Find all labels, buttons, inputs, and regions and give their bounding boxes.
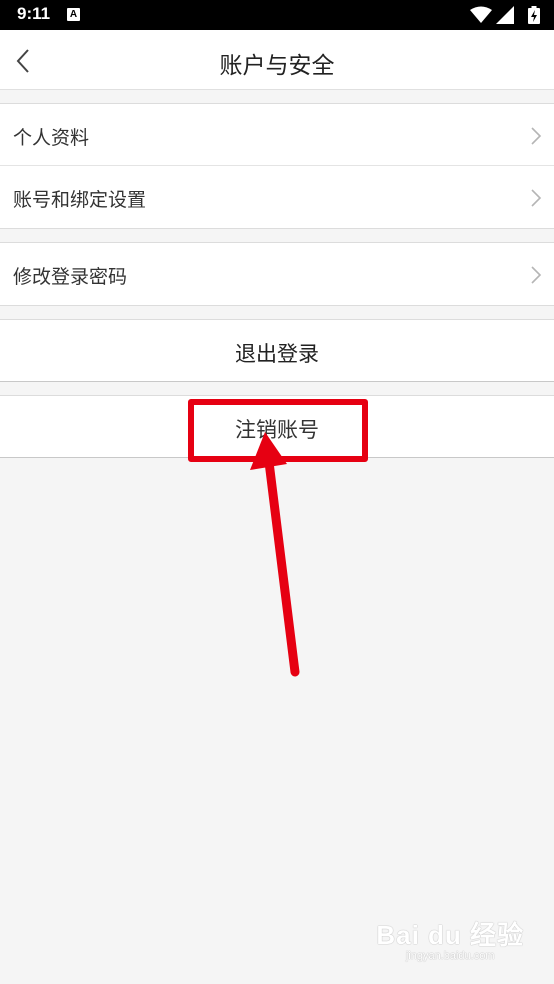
highlight-box	[188, 399, 368, 462]
settings-group-profile: 个人资料 账号和绑定设置	[0, 103, 554, 229]
list-item-label: 账号和绑定设置	[13, 189, 147, 211]
notification-a-icon: A	[67, 8, 80, 21]
logout-button[interactable]: 退出登录	[0, 319, 554, 382]
list-item-label: 修改登录密码	[13, 266, 128, 288]
cellular-signal-icon	[496, 6, 514, 24]
watermark-logo: Bai du 经验	[376, 920, 524, 950]
list-item-label: 个人资料	[13, 127, 90, 149]
status-bar: 9:11 A	[0, 0, 554, 30]
list-item-change-password[interactable]: 修改登录密码	[0, 243, 554, 305]
chevron-right-icon	[531, 127, 542, 145]
list-item-account-binding[interactable]: 账号和绑定设置	[0, 166, 554, 228]
battery-charging-icon	[528, 6, 540, 24]
chevron-right-icon	[531, 266, 542, 284]
settings-group-password: 修改登录密码	[0, 242, 554, 306]
watermark: Bai du 经验 jingyan.baidu.com	[376, 915, 524, 962]
wifi-icon	[470, 6, 492, 23]
page-title: 账户与安全	[219, 53, 335, 79]
logout-label: 退出登录	[235, 342, 319, 366]
list-item-personal-info[interactable]: 个人资料	[0, 104, 554, 166]
chevron-right-icon	[531, 189, 542, 207]
status-time: 9:11	[17, 4, 51, 23]
navigation-bar: 账户与安全	[0, 30, 554, 90]
